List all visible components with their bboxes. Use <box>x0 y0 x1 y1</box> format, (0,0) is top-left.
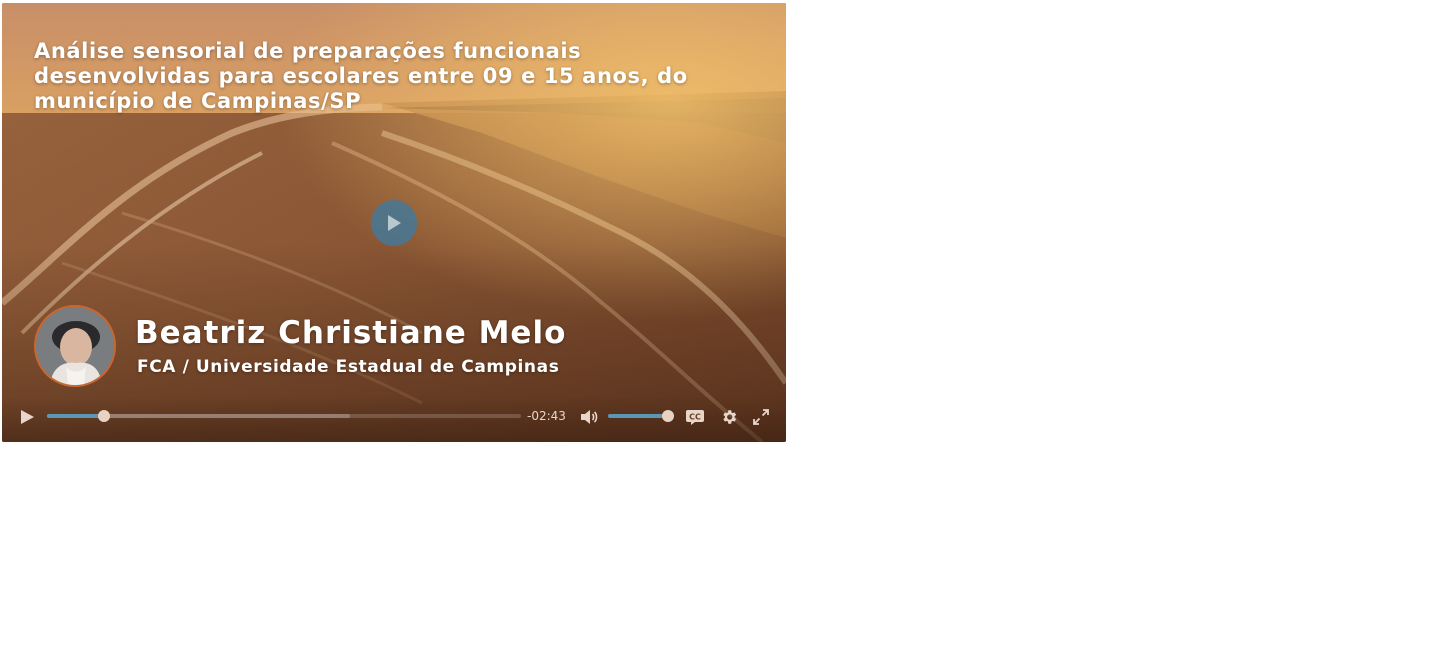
play-icon[interactable] <box>18 408 36 426</box>
settings-icon[interactable] <box>720 408 738 426</box>
captions-icon[interactable]: CC <box>685 409 705 426</box>
progress-bar[interactable] <box>47 410 521 422</box>
volume-handle[interactable] <box>662 410 674 422</box>
volume-slider[interactable] <box>608 410 674 422</box>
volume-icon[interactable] <box>579 408 599 426</box>
play-icon <box>388 215 401 231</box>
svg-text:CC: CC <box>689 413 701 422</box>
presenter-portrait <box>36 307 114 385</box>
volume-level <box>608 414 668 418</box>
presenter-name: Beatriz Christiane Melo <box>135 315 567 351</box>
progress-played <box>47 414 104 418</box>
big-play-button[interactable] <box>371 200 417 246</box>
video-player[interactable]: Análise sensorial de preparações funcion… <box>2 3 786 442</box>
avatar <box>34 305 116 387</box>
fullscreen-icon[interactable] <box>752 408 770 426</box>
presenter-affiliation: FCA / Universidade Estadual de Campinas <box>137 357 560 377</box>
video-title: Análise sensorial de preparações funcion… <box>34 39 688 113</box>
progress-handle[interactable] <box>97 410 110 422</box>
time-remaining: -02:43 <box>527 409 566 423</box>
